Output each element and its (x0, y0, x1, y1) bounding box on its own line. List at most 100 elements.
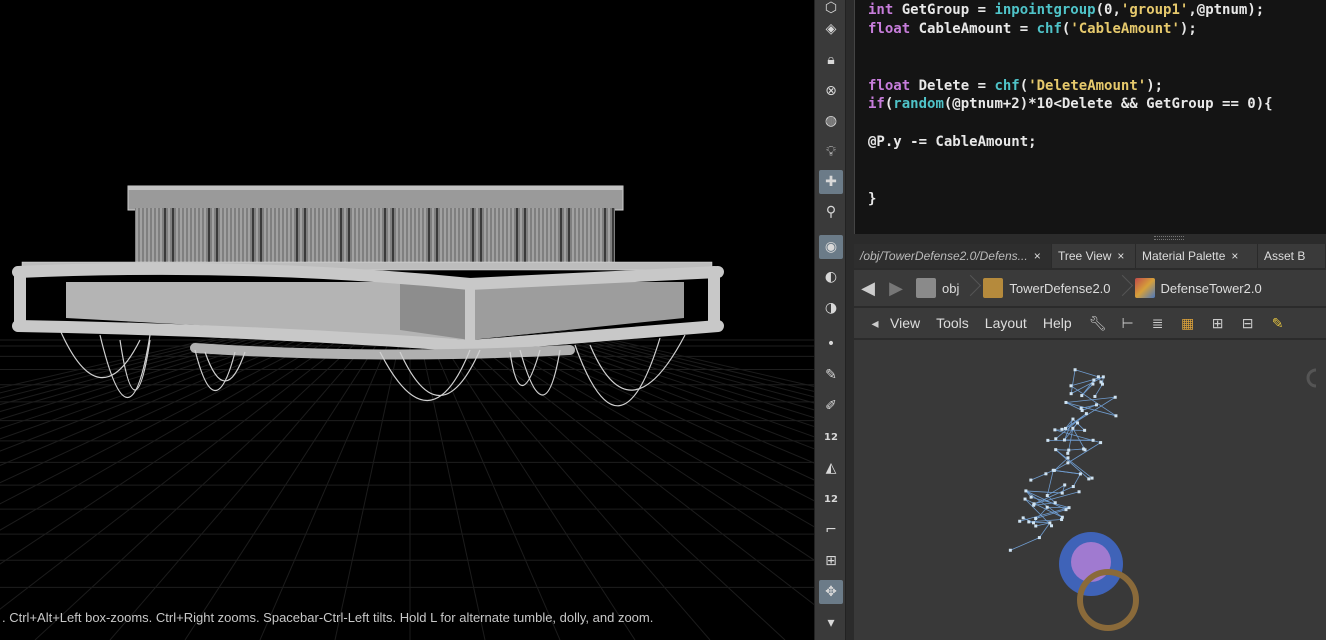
viewport-scene[interactable] (0, 0, 814, 640)
network-node[interactable] (1083, 428, 1087, 432)
camera-pin-icon[interactable]: ⚲ (819, 200, 843, 224)
wrench-icon[interactable]: 🔧︎ (1086, 311, 1110, 335)
tab-asset-browser[interactable]: Asset B (1258, 244, 1326, 268)
breadcrumb-obj[interactable]: obj (910, 274, 967, 302)
network-node[interactable] (1071, 426, 1075, 430)
menu-help[interactable]: Help (1035, 315, 1080, 331)
breadcrumb-towerdefense[interactable]: TowerDefense2.0 (977, 274, 1118, 302)
network-node[interactable] (1091, 438, 1095, 442)
display-icon[interactable]: ◐ (819, 265, 843, 289)
network-node[interactable] (1008, 548, 1012, 552)
network-node[interactable] (1024, 489, 1028, 493)
network-node[interactable] (1067, 506, 1071, 510)
node-graph[interactable] (854, 340, 1326, 640)
network-box-icon[interactable]: ⊟ (1236, 311, 1260, 335)
network-node[interactable] (1031, 521, 1035, 525)
code-line[interactable] (868, 153, 1326, 172)
network-node[interactable] (1090, 476, 1094, 480)
handle-icon[interactable]: ⊗ (819, 79, 843, 103)
vex-code-editor[interactable]: int GetGroup = inpointgroup(0,'group1',@… (854, 0, 1326, 234)
network-node[interactable] (1048, 521, 1052, 525)
light-add-icon[interactable]: ✚ (819, 170, 843, 194)
breadcrumb-defensetower[interactable]: DefenseTower2.0 (1129, 274, 1270, 302)
network-node[interactable] (1032, 503, 1036, 507)
splitter-grip[interactable] (1154, 236, 1184, 240)
network-node[interactable] (1045, 494, 1049, 498)
network-node[interactable] (1053, 428, 1057, 432)
network-node[interactable] (1060, 491, 1064, 495)
point-icon[interactable]: • (819, 332, 843, 356)
network-node[interactable] (1073, 368, 1077, 372)
color-palette-icon[interactable]: ▦ (1176, 311, 1200, 335)
network-node[interactable] (1034, 516, 1038, 520)
network-node[interactable] (1044, 472, 1048, 476)
code-line[interactable]: @P.y -= CableAmount; (868, 134, 1326, 153)
brush-icon[interactable]: ✎ (819, 363, 843, 387)
network-node[interactable] (1114, 414, 1118, 418)
pen-icon[interactable]: ✐ (819, 394, 843, 418)
network-node[interactable] (1067, 448, 1071, 452)
more-down-icon[interactable]: ▾ (819, 611, 843, 635)
close-icon[interactable]: × (1034, 249, 1041, 263)
code-line[interactable]: int GetGroup = inpointgroup(0,'group1',@… (868, 2, 1326, 21)
menu-view[interactable]: View (882, 315, 928, 331)
network-node[interactable] (1051, 468, 1055, 472)
network-node[interactable] (1096, 375, 1100, 379)
network-node[interactable] (1079, 406, 1083, 410)
network-node[interactable] (1066, 456, 1070, 460)
network-node[interactable] (1066, 451, 1070, 455)
network-node[interactable] (1078, 472, 1082, 476)
pane-splitter[interactable] (854, 234, 1326, 242)
network-node[interactable] (1080, 394, 1084, 398)
view-icon[interactable]: ◈ (819, 17, 843, 41)
network-node[interactable] (1045, 505, 1049, 509)
network-node[interactable] (1064, 508, 1068, 512)
collapse-arrow-icon[interactable]: ◂ (868, 311, 882, 335)
code-line[interactable] (868, 172, 1326, 191)
forward-arrow-icon[interactable]: ▶ (882, 274, 910, 302)
3d-viewport[interactable]: . Ctrl+Alt+Left box-zooms. Ctrl+Right zo… (0, 0, 814, 640)
tab-network[interactable]: /obj/TowerDefense2.0/Defens... × (854, 244, 1052, 268)
network-node[interactable] (1077, 490, 1081, 494)
network-node[interactable] (1034, 524, 1038, 528)
menu-layout[interactable]: Layout (977, 315, 1035, 331)
network-node[interactable] (1101, 375, 1105, 379)
network-node[interactable] (1063, 483, 1067, 487)
network-node[interactable] (1099, 441, 1103, 445)
code-line[interactable] (868, 115, 1326, 134)
network-node[interactable] (1029, 478, 1033, 482)
network-node[interactable] (1021, 516, 1025, 520)
lock-icon[interactable]: 🔒︎ (819, 48, 843, 72)
network-node[interactable] (1066, 461, 1070, 465)
sticky-note-icon[interactable]: ✎ (1266, 311, 1290, 335)
network-node[interactable] (1060, 427, 1064, 431)
network-node[interactable] (1084, 412, 1088, 416)
light-icon[interactable]: 💡︎ (819, 140, 843, 164)
code-line[interactable]: float Delete = chf('DeleteAmount'); (868, 78, 1326, 97)
paint-icon[interactable]: ◭ (819, 456, 843, 480)
ghost-icon[interactable]: ◍ (819, 109, 843, 133)
handle-tool-icon[interactable]: ✥ (819, 580, 843, 604)
back-arrow-icon[interactable]: ◀ (854, 274, 882, 302)
network-node[interactable] (1029, 495, 1033, 499)
network-node[interactable] (1093, 394, 1097, 398)
network-node[interactable] (1053, 501, 1057, 505)
menu-tools[interactable]: Tools (928, 315, 977, 331)
prim-number-icon[interactable]: 12 (819, 487, 843, 511)
network-node[interactable] (1113, 395, 1117, 399)
network-node[interactable] (1062, 438, 1066, 442)
network-node[interactable] (1100, 382, 1104, 386)
network-node[interactable] (1050, 524, 1054, 528)
grid-view-icon[interactable]: ⊞ (1206, 311, 1230, 335)
network-node[interactable] (1071, 417, 1075, 421)
tab-material-palette[interactable]: Material Palette × (1136, 244, 1258, 268)
code-line[interactable] (868, 40, 1326, 59)
close-icon[interactable]: × (1117, 249, 1124, 263)
network-node[interactable] (1094, 403, 1098, 407)
network-node[interactable] (1069, 392, 1073, 396)
network-node[interactable] (1054, 437, 1058, 441)
network-node[interactable] (1023, 497, 1027, 501)
network-node[interactable] (1076, 421, 1080, 425)
tab-tree-view[interactable]: Tree View × (1052, 244, 1136, 268)
tree-icon[interactable]: ⊢ (1116, 311, 1140, 335)
